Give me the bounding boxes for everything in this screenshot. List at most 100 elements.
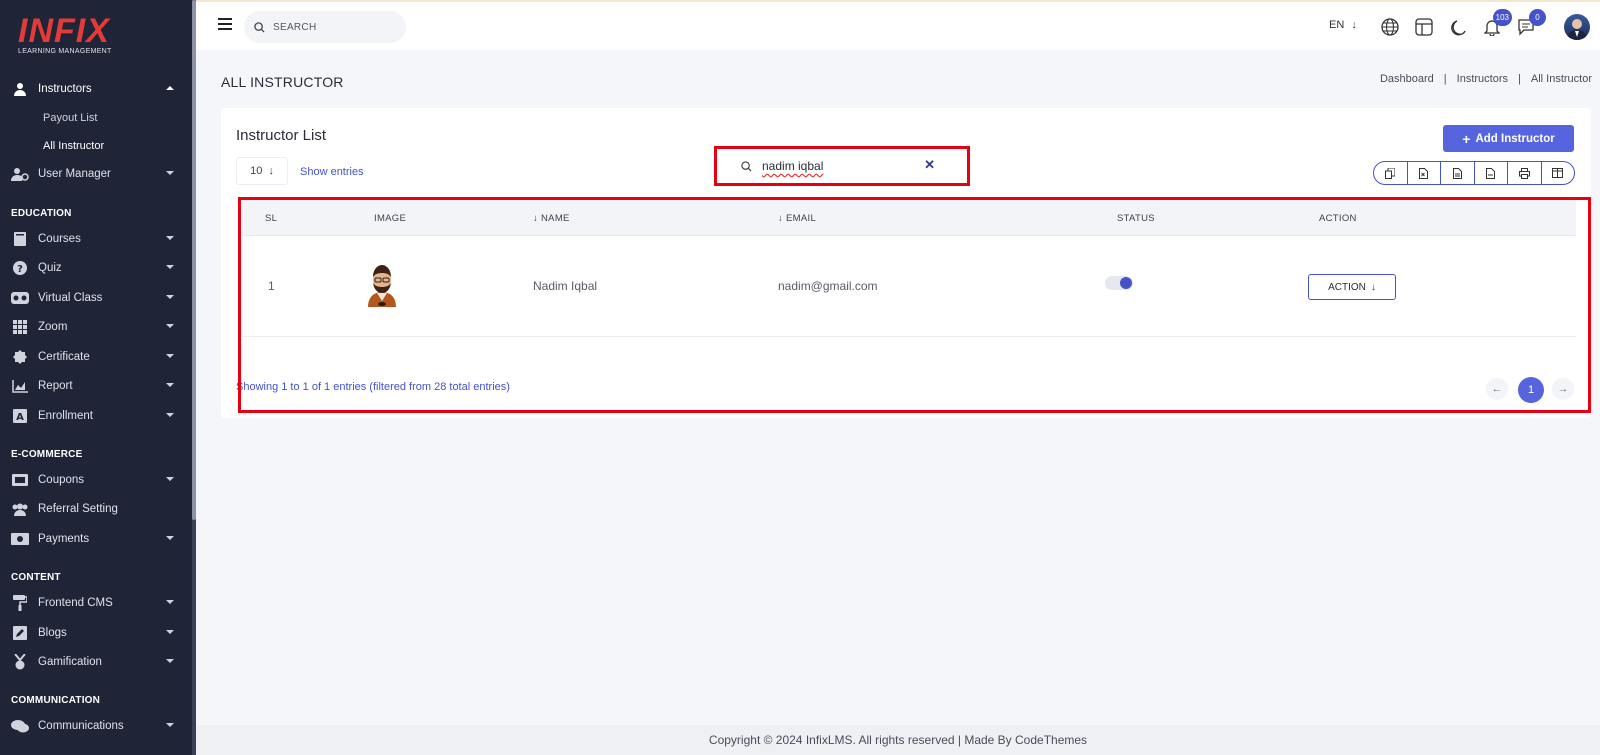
sidebar-item-label: Certificate bbox=[38, 351, 90, 363]
pdf-button[interactable] bbox=[1475, 162, 1508, 184]
csv-file-icon bbox=[1452, 167, 1462, 179]
sidebar-item-label: Courses bbox=[38, 233, 81, 245]
sidebar-item-courses[interactable]: Courses bbox=[0, 227, 192, 251]
export-button-group bbox=[1373, 161, 1575, 185]
breadcrumb-dashboard[interactable]: Dashboard bbox=[1380, 73, 1434, 85]
footer: Copyright © 2024 InfixLMS. All rights re… bbox=[196, 725, 1600, 755]
logo[interactable]: INFIX LEARNING MANAGEMENT bbox=[18, 12, 112, 55]
sidebar-scrollbar-thumb[interactable] bbox=[192, 0, 196, 520]
svg-text:?: ? bbox=[17, 264, 23, 275]
chart-icon bbox=[11, 378, 29, 394]
sidebar-item-label: Coupons bbox=[38, 474, 85, 486]
breadcrumb-instructors[interactable]: Instructors bbox=[1457, 73, 1508, 85]
add-instructor-button[interactable]: + Add Instructor bbox=[1443, 125, 1574, 152]
notification-count-badge: 103 bbox=[1492, 9, 1512, 26]
logo-mark: INFIX bbox=[18, 12, 110, 50]
chevron-down-icon bbox=[166, 413, 174, 417]
edit-icon bbox=[11, 625, 29, 641]
sidebar-item-label: Referral Setting bbox=[38, 503, 118, 515]
clear-search-icon[interactable]: ✕ bbox=[924, 157, 935, 173]
sidebar-subitem-payout-list[interactable]: Payout List bbox=[43, 112, 97, 124]
sidebar-item-coupons[interactable]: Coupons bbox=[0, 468, 192, 492]
global-search-input[interactable]: SEARCH bbox=[244, 11, 406, 43]
sidebar-item-blogs[interactable]: Blogs bbox=[0, 621, 192, 645]
column-visibility-button[interactable] bbox=[1542, 162, 1575, 184]
logo-tagline: LEARNING MANAGEMENT bbox=[18, 48, 112, 55]
enroll-icon: A bbox=[11, 408, 29, 424]
table-highlight bbox=[238, 197, 1591, 413]
top-bar: SEARCH EN ↓ 103 0 bbox=[196, 0, 1600, 50]
sidebar: INFIX LEARNING MANAGEMENT Instructors Pa… bbox=[0, 0, 196, 755]
language-select[interactable]: EN ↓ bbox=[1329, 19, 1357, 31]
excel-button[interactable] bbox=[1408, 162, 1441, 184]
sidebar-item-user-manager[interactable]: User Manager bbox=[0, 162, 192, 186]
users-icon bbox=[11, 501, 29, 517]
breadcrumb: Dashboard | Instructors | All Instructor bbox=[1380, 73, 1592, 85]
excel-file-icon bbox=[1419, 167, 1429, 179]
message-icon[interactable]: 0 bbox=[1516, 9, 1546, 37]
search-icon bbox=[254, 21, 265, 33]
sidebar-scrollbar[interactable] bbox=[192, 0, 196, 755]
section-content: CONTENT bbox=[11, 572, 61, 583]
hamburger-menu-icon[interactable] bbox=[218, 18, 232, 33]
sidebar-item-gamification[interactable]: Gamification bbox=[0, 650, 192, 674]
sidebar-item-label: Instructors bbox=[38, 83, 92, 95]
sidebar-item-virtual-class[interactable]: Virtual Class bbox=[0, 286, 192, 310]
chevron-down-icon bbox=[166, 295, 174, 299]
ticket-icon bbox=[11, 472, 29, 488]
sidebar-item-report[interactable]: Report bbox=[0, 374, 192, 398]
vr-icon bbox=[11, 290, 29, 306]
sidebar-item-label: Frontend CMS bbox=[38, 597, 113, 609]
sidebar-item-instructors[interactable]: Instructors bbox=[0, 77, 192, 101]
globe-icon[interactable] bbox=[1380, 17, 1400, 37]
sidebar-item-referral-setting[interactable]: Referral Setting bbox=[0, 497, 192, 521]
paint-roller-icon bbox=[11, 595, 29, 611]
csv-button[interactable] bbox=[1441, 162, 1475, 184]
sidebar-item-label: Communications bbox=[38, 720, 124, 732]
breadcrumb-separator: | bbox=[1518, 73, 1521, 85]
search-placeholder: SEARCH bbox=[273, 21, 317, 33]
sidebar-item-label: Quiz bbox=[38, 262, 62, 274]
columns-icon bbox=[1552, 168, 1564, 178]
chevron-down-icon bbox=[166, 354, 174, 358]
notification-bell-icon[interactable]: 103 bbox=[1482, 9, 1512, 37]
sidebar-item-label: Zoom bbox=[38, 321, 68, 333]
user-gear-icon bbox=[11, 166, 29, 182]
sidebar-item-frontend-cms[interactable]: Frontend CMS bbox=[0, 591, 192, 615]
chevron-down-icon bbox=[166, 265, 174, 269]
sidebar-item-certificate[interactable]: Certificate bbox=[0, 345, 192, 369]
add-instructor-label: Add Instructor bbox=[1475, 132, 1555, 145]
moon-icon[interactable] bbox=[1448, 17, 1468, 37]
chevron-down-icon bbox=[166, 383, 174, 387]
medal-icon bbox=[11, 654, 29, 670]
sidebar-item-label: Blogs bbox=[38, 627, 67, 639]
chevron-down-icon bbox=[166, 536, 174, 540]
copy-button[interactable] bbox=[1374, 162, 1408, 184]
chevron-down-icon bbox=[166, 723, 174, 727]
sidebar-item-zoom[interactable]: Zoom bbox=[0, 315, 192, 339]
entries-per-page-select[interactable]: 10 ↓ bbox=[236, 157, 288, 185]
language-value: EN bbox=[1329, 19, 1345, 31]
sidebar-item-communications[interactable]: Communications bbox=[0, 714, 192, 738]
sidebar-item-quiz[interactable]: ? Quiz bbox=[0, 256, 192, 280]
card-title: Instructor List bbox=[236, 127, 327, 144]
arrow-down-icon: ↓ bbox=[268, 165, 274, 177]
layout-icon[interactable] bbox=[1414, 17, 1434, 37]
chevron-down-icon bbox=[166, 600, 174, 604]
sidebar-item-label: User Manager bbox=[38, 168, 111, 180]
arrow-down-icon: ↓ bbox=[1351, 19, 1357, 31]
chevron-down-icon bbox=[166, 477, 174, 481]
printer-icon bbox=[1518, 167, 1530, 179]
print-button[interactable] bbox=[1508, 162, 1542, 184]
search-icon bbox=[741, 160, 752, 172]
sidebar-subitem-all-instructor[interactable]: All Instructor bbox=[43, 140, 104, 152]
pdf-file-icon bbox=[1486, 167, 1496, 179]
table-search-input[interactable]: nadim iqbal ✕ bbox=[721, 153, 963, 179]
sidebar-item-payments[interactable]: Payments bbox=[0, 527, 192, 551]
message-count-badge: 0 bbox=[1529, 9, 1546, 26]
sidebar-item-label: Payments bbox=[38, 533, 90, 545]
sidebar-item-label: Enrollment bbox=[38, 410, 93, 422]
user-avatar[interactable] bbox=[1564, 14, 1590, 40]
sidebar-item-enrollment[interactable]: A Enrollment bbox=[0, 404, 192, 428]
sidebar-item-label: Report bbox=[38, 380, 73, 392]
